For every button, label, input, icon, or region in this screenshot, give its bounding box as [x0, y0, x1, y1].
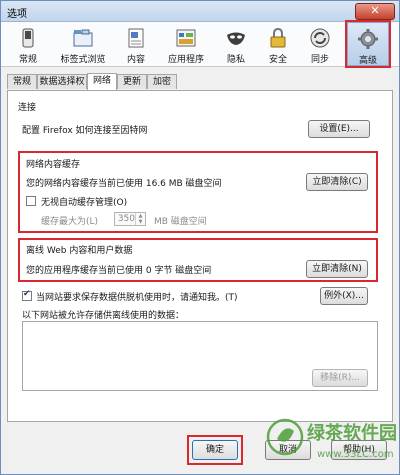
network-panel: 连接 配置 Firefox 如何连接至因特网 设置(E)... 网络内容缓存 您…	[7, 90, 393, 422]
toolbar-item-label: 标签式浏览	[60, 55, 106, 65]
toolbar-item-tabs[interactable]: 标签式浏览	[55, 22, 111, 66]
remove-button[interactable]: 移除(R)...	[312, 369, 368, 387]
toolbar-item-content[interactable]: 内容	[119, 22, 153, 66]
tabs-icon	[72, 27, 94, 49]
toolbar-item-label: 隐私	[226, 55, 245, 65]
cache-limit-value: 350	[117, 214, 135, 224]
tab-general[interactable]: 常规	[7, 74, 37, 89]
toolbar-item-sync[interactable]: 同步	[303, 22, 337, 66]
title-bar[interactable]: 选项 ✕	[1, 1, 399, 22]
toolbar-item-security[interactable]: 安全	[261, 22, 295, 66]
cache-limit-spinner[interactable]: 350 ▲ ▼	[114, 212, 146, 226]
sync-icon	[309, 27, 331, 49]
options-dialog: 选项 ✕ 常规 标签式浏览 内容 应用程序 隐私 安全 同步 高级 常规 数据选…	[0, 0, 400, 475]
page-icon	[125, 27, 147, 49]
cache-limit-unit: MB 磁盘空间	[154, 217, 207, 227]
lock-icon	[267, 27, 289, 49]
connection-heading: 连接	[18, 103, 37, 113]
toolbar-item-general[interactable]: 常规	[7, 22, 49, 66]
close-button[interactable]: ✕	[355, 3, 395, 20]
notify-offline-label: 当网站要求保存数据供脱机使用时，请通知我。(T)	[36, 293, 238, 303]
allowed-sites-label: 以下网站被允许存储供离线使用的数据：	[22, 311, 185, 321]
cache-limit-label: 缓存最大为(L)	[41, 217, 99, 227]
gear-icon	[357, 28, 379, 50]
offline-heading: 离线 Web 内容和用户数据	[26, 246, 133, 256]
cache-heading: 网络内容缓存	[26, 160, 81, 170]
override-cache-checkbox[interactable]	[26, 196, 36, 206]
close-icon: ✕	[370, 4, 380, 17]
tab-encryption[interactable]: 加密	[147, 74, 177, 89]
toolbar-item-label: 常规	[18, 55, 37, 65]
window-title: 选项	[7, 9, 27, 20]
toolbar-item-label: 高级	[358, 56, 377, 66]
override-cache-label: 无视自动缓存管理(O)	[41, 198, 128, 208]
toolbar-item-privacy[interactable]: 隐私	[219, 22, 253, 66]
applications-icon	[175, 27, 197, 49]
watermark-url: www.33LC.com	[317, 449, 394, 460]
exceptions-button[interactable]: 例外(X)...	[320, 287, 368, 305]
toolbar-item-label: 同步	[310, 55, 329, 65]
toolbar-item-advanced[interactable]: 高级	[345, 20, 391, 68]
clear-cache-button[interactable]: 立即清除(C)	[306, 173, 368, 191]
tab-data-choices[interactable]: 数据选择权	[37, 74, 87, 89]
connection-description: 配置 Firefox 如何连接至因特网	[22, 126, 148, 136]
preferences-toolbar: 常规 标签式浏览 内容 应用程序 隐私 安全 同步 高级	[1, 20, 399, 68]
notify-offline-checkbox[interactable]	[22, 289, 32, 301]
switch-icon	[17, 27, 39, 49]
spinner-arrows-icon[interactable]: ▲ ▼	[135, 213, 145, 225]
clear-offline-button[interactable]: 立即清除(N)	[306, 260, 368, 278]
tab-network[interactable]: 网络	[87, 73, 117, 90]
toolbar-item-label: 内容	[126, 55, 145, 65]
mask-icon	[225, 27, 247, 49]
cache-usage-text: 您的网络内容缓存当前已使用 16.6 MB 磁盘空间	[26, 179, 222, 189]
connection-settings-button[interactable]: 设置(E)...	[308, 120, 370, 138]
ok-button[interactable]: 确定	[192, 440, 238, 460]
toolbar-item-label: 安全	[268, 55, 287, 65]
toolbar-item-label: 应用程序	[167, 55, 204, 65]
watermark-brand: 绿茶软件园	[307, 422, 397, 444]
watermark-logo: 绿茶软件园 www.33LC.com	[263, 409, 399, 471]
tab-update[interactable]: 更新	[117, 74, 147, 89]
toolbar-item-applications[interactable]: 应用程序	[161, 22, 211, 66]
offline-usage-text: 您的应用程序缓存当前已使用 0 字节 磁盘空间	[26, 266, 212, 276]
